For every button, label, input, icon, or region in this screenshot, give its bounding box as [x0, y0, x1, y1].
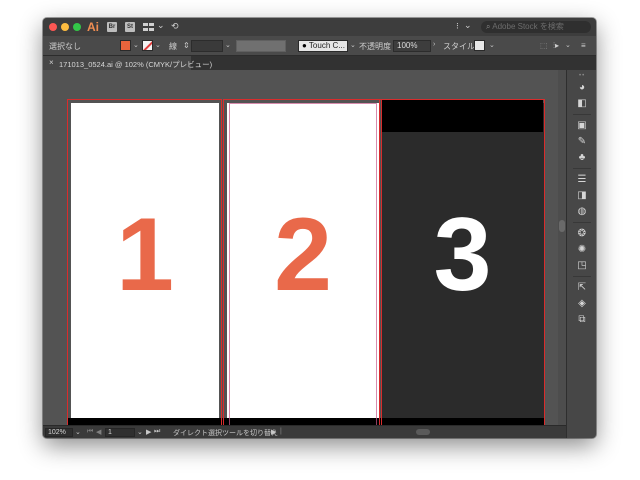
document-tab[interactable]: × 171013_0524.ai @ 102% (CMYK/プレビュー) [43, 56, 212, 70]
dock-grip[interactable]: •• [579, 73, 585, 79]
document-tab-label: 171013_0524.ai @ 102% (CMYK/プレビュー) [59, 60, 213, 69]
opacity-expand-arrow[interactable]: › [433, 41, 435, 48]
first-artboard-icon[interactable]: ⏮ [87, 428, 93, 436]
title-bar: Ai Br St ⌄ ⟲ ⁝ ⌄ ⌕ Adobe Stock を検索 [43, 18, 596, 36]
align-icon[interactable]: ⫶▸ [553, 41, 559, 51]
artboard-1-number: 1 [116, 197, 174, 313]
appearance-icon[interactable]: ✺ [576, 244, 588, 256]
status-bar: 102% ⌄ ⏮ ◀ 1 ⌄ ▶ ⏭ ダイレクト選択ツールを切り替え ▶ | [43, 425, 566, 438]
color-panel-icon[interactable]: ◕ [576, 82, 588, 94]
align-dropdown-arrow[interactable]: ⌄ [565, 41, 571, 49]
tool-status-text[interactable]: ダイレクト選択ツールを切り替え [173, 428, 278, 438]
brush-definition-dropdown[interactable]: ● Touch C... [298, 40, 348, 52]
transform-icon[interactable]: ⬚ [540, 41, 548, 50]
graphic-styles-icon[interactable]: ◳ [576, 260, 588, 272]
workspace-dropdown-arrow[interactable]: ⌄ [464, 20, 472, 31]
stroke-weight-stepper[interactable]: ⇕ [183, 41, 190, 50]
status-play-icon[interactable]: ▶ [271, 428, 276, 436]
opacity-input[interactable]: 100% [393, 40, 431, 52]
export-icon[interactable]: ⇱ [576, 282, 588, 294]
graphic-style-swatch[interactable] [474, 40, 485, 51]
last-artboard-icon[interactable]: ⏭ [154, 428, 160, 436]
stroke-dropdown-arrow[interactable]: ⌄ [155, 41, 161, 49]
illustrator-logo: Ai [87, 20, 99, 34]
control-panel-menu-icon[interactable]: ≡ [581, 41, 586, 50]
canvas-area[interactable]: 1 2 3 [43, 70, 566, 436]
opacity-label[interactable]: 不透明度 : [359, 41, 395, 52]
next-artboard-icon[interactable]: ▶ [146, 428, 151, 436]
bridge-button[interactable]: Br [107, 22, 117, 32]
variable-width-profile[interactable] [236, 40, 286, 52]
artboard-3[interactable]: 3 [381, 103, 544, 431]
brushes-icon[interactable]: ✎ [576, 136, 588, 148]
artboard-2-number: 2 [274, 197, 332, 313]
fill-color-swatch[interactable] [120, 40, 131, 51]
close-window-button[interactable] [49, 23, 57, 31]
stock-search-input[interactable]: ⌕ Adobe Stock を検索 [481, 21, 591, 33]
transparency-icon[interactable]: ◍ [576, 206, 588, 218]
horizontal-scroll-thumb[interactable] [416, 429, 430, 435]
symbols-icon[interactable]: ♣ [576, 152, 588, 164]
panel-dock: •• ◕ ◧ ▣ ✎ ♣ ☰ ◨ ◍ ❂ ✺ ◳ ⇱ ◈ ⧉ [566, 70, 596, 438]
artboard-1[interactable]: 1 [71, 103, 219, 431]
gradient-icon[interactable]: ◨ [576, 190, 588, 202]
stock-search-placeholder: Adobe Stock を検索 [492, 22, 564, 31]
stroke-color-swatch[interactable] [142, 40, 153, 51]
stroke-weight-input[interactable] [191, 40, 223, 52]
selection-status-label: 選択なし [49, 42, 81, 51]
zoom-window-button[interactable] [73, 23, 81, 31]
stroke-panel-icon[interactable]: ☰ [576, 174, 588, 186]
gpu-performance-icon[interactable]: ⟲ [171, 21, 179, 32]
arrange-documents-icon[interactable] [143, 22, 154, 34]
artboard-3-number: 3 [433, 197, 492, 313]
artboard-number-field[interactable]: 1 [105, 428, 135, 437]
illustrator-window: Ai Br St ⌄ ⟲ ⁝ ⌄ ⌕ Adobe Stock を検索 選択なし … [43, 18, 596, 438]
minimize-window-button[interactable] [61, 23, 69, 31]
image-library-icon[interactable]: ▣ [576, 120, 588, 132]
status-divider: | [280, 428, 282, 435]
vertical-scrollbar[interactable] [558, 70, 566, 425]
stroke-weight-label: 線 [169, 42, 177, 51]
brush-dropdown-arrow[interactable]: ⌄ [350, 41, 356, 49]
artboard-2[interactable]: 2 [227, 103, 379, 431]
stroke-weight-dropdown[interactable]: ⌄ [225, 41, 231, 49]
color-guide-icon[interactable]: ◧ [576, 98, 588, 110]
vertical-scroll-thumb[interactable] [559, 220, 565, 232]
close-tab-icon[interactable]: × [49, 58, 54, 67]
layers-icon[interactable]: ◈ [576, 298, 588, 310]
zoom-level-field[interactable]: 102% [45, 428, 73, 437]
fill-dropdown-arrow[interactable]: ⌄ [133, 41, 139, 49]
artboards-panel-icon[interactable]: ⧉ [576, 314, 588, 326]
artboard-dropdown-arrow[interactable]: ⌄ [137, 428, 143, 436]
creative-cloud-libraries-icon[interactable]: ❂ [576, 228, 588, 240]
style-dropdown-arrow[interactable]: ⌄ [489, 41, 495, 49]
document-tab-bar: × 171013_0524.ai @ 102% (CMYK/プレビュー) [43, 56, 596, 70]
stock-button[interactable]: St [125, 22, 135, 32]
control-bar: 選択なし ⌄ ⌄ 線 ⇕ ⌄ ● Touch C... ⌄ 不透明度 : 100… [43, 36, 596, 56]
arrange-dropdown-arrow[interactable]: ⌄ [157, 20, 165, 31]
brush-dot-icon: ● [302, 41, 309, 50]
artboard-3-top-band [381, 99, 543, 132]
previous-artboard-icon[interactable]: ◀ [96, 428, 101, 436]
zoom-dropdown-arrow[interactable]: ⌄ [75, 428, 81, 436]
workspace-switcher-icon[interactable]: ⁝ [456, 21, 459, 32]
